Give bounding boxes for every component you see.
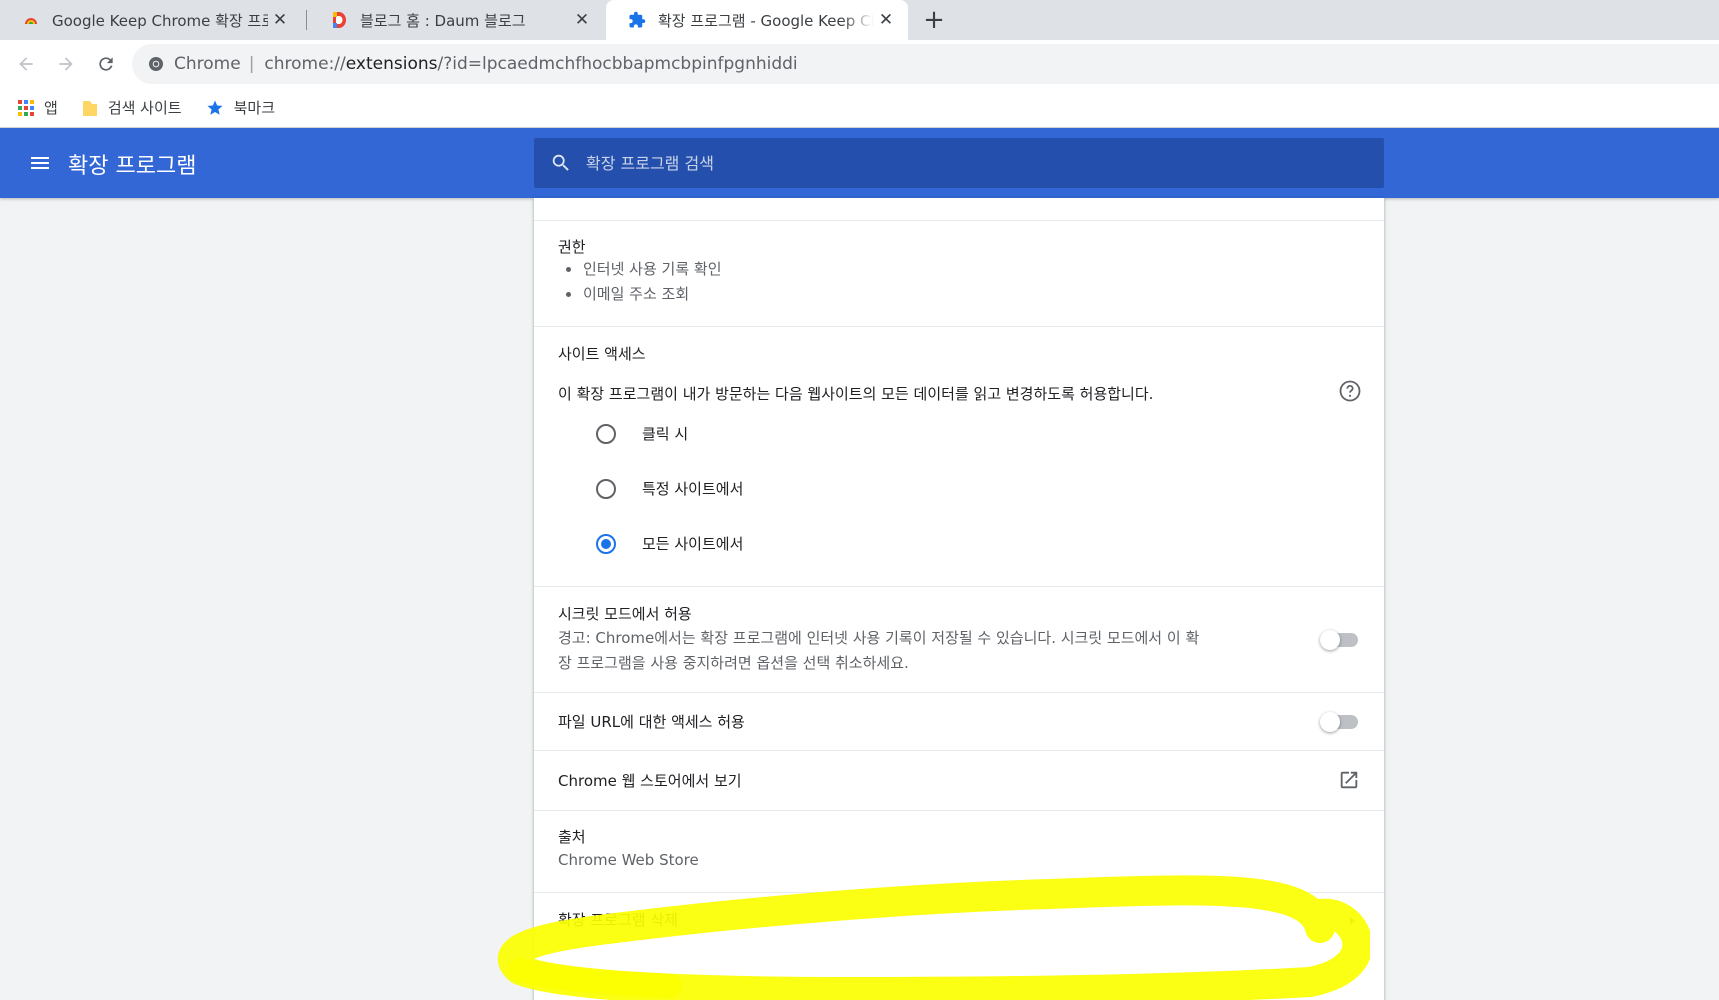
daum-favicon bbox=[330, 11, 348, 29]
incognito-section: 시크릿 모드에서 허용 경고: Chrome에서는 확장 프로그램에 인터넷 사… bbox=[534, 586, 1384, 692]
reload-icon bbox=[99, 57, 113, 71]
permissions-title: 권한 bbox=[558, 238, 586, 256]
permissions-list: 인터넷 사용 기록 확인 이메일 주소 조회 bbox=[558, 257, 722, 307]
chrome-icon bbox=[149, 57, 163, 71]
radio-label: 모든 사이트에서 bbox=[642, 535, 744, 553]
back-button[interactable] bbox=[10, 48, 42, 80]
address-bar[interactable]: Chrome | chrome://extensions/?id=lpcaedm… bbox=[132, 44, 1719, 84]
tab-daum-blog[interactable]: 블로그 홈 : Daum 블로그 ✕ bbox=[308, 0, 604, 40]
star-icon bbox=[206, 99, 224, 117]
toggle-knob bbox=[1320, 712, 1340, 732]
help-circle-icon[interactable] bbox=[1338, 379, 1362, 403]
site-access-description: 이 확장 프로그램이 내가 방문하는 다음 웹사이트의 모든 데이터를 읽고 변… bbox=[558, 385, 1154, 403]
tab-title: 확장 프로그램 - Google Keep Ch bbox=[658, 11, 874, 30]
incognito-title: 시크릿 모드에서 허용 bbox=[558, 605, 692, 623]
tab-google-keep[interactable]: Google Keep Chrome 확장 프로그 ✕ bbox=[0, 0, 302, 40]
file-url-title: 파일 URL에 대한 액세스 허용 bbox=[558, 713, 745, 731]
incognito-toggle[interactable] bbox=[1320, 630, 1358, 650]
source-value: Chrome Web Store bbox=[558, 851, 699, 869]
bookmark-label: 앱 bbox=[44, 99, 58, 117]
tab-title: 블로그 홈 : Daum 블로그 bbox=[360, 11, 526, 30]
puzzle-icon bbox=[628, 11, 646, 29]
browser-toolbar: Chrome | chrome://extensions/?id=lpcaedm… bbox=[0, 40, 1719, 88]
permissions-section: 권한 인터넷 사용 기록 확인 이메일 주소 조회 bbox=[534, 220, 1384, 326]
chip-separator: | bbox=[248, 54, 255, 74]
radio-button[interactable] bbox=[596, 423, 616, 444]
url-scheme: chrome:// bbox=[264, 54, 346, 74]
search-input[interactable] bbox=[586, 153, 1346, 173]
radio-option-all-sites[interactable]: 모든 사이트에서 bbox=[596, 533, 743, 554]
google-keep-favicon bbox=[22, 11, 40, 29]
open-in-new-icon[interactable] bbox=[1338, 769, 1360, 791]
bookmark-star[interactable]: 북마크 bbox=[206, 97, 275, 118]
close-icon[interactable]: ✕ bbox=[268, 10, 292, 30]
list-item: 인터넷 사용 기록 확인 bbox=[558, 257, 722, 282]
source-section: 출처 Chrome Web Store bbox=[534, 810, 1384, 892]
forward-button[interactable] bbox=[50, 48, 82, 80]
tab-divider bbox=[306, 10, 307, 30]
radio-button[interactable] bbox=[596, 478, 616, 499]
tab-extensions[interactable]: 확장 프로그램 - Google Keep Ch ✕ bbox=[606, 0, 908, 40]
tab-title: Google Keep Chrome 확장 프로그 bbox=[52, 11, 268, 30]
apps-grid-icon bbox=[18, 99, 34, 116]
radio-label: 클릭 시 bbox=[642, 425, 689, 443]
extensions-header: 확장 프로그램 bbox=[0, 128, 1719, 198]
close-icon[interactable]: ✕ bbox=[874, 10, 898, 30]
hamburger-menu-icon[interactable] bbox=[28, 151, 52, 175]
source-title: 출처 bbox=[558, 828, 586, 846]
close-icon[interactable]: ✕ bbox=[570, 10, 594, 30]
site-access-title: 사이트 액세스 bbox=[558, 345, 646, 363]
bookmark-apps[interactable]: 앱 bbox=[18, 97, 58, 118]
webstore-link-label: Chrome 웹 스토어에서 보기 bbox=[558, 772, 742, 790]
arrow-left-icon bbox=[19, 57, 33, 71]
reload-button[interactable] bbox=[90, 48, 122, 80]
webstore-link-row[interactable]: Chrome 웹 스토어에서 보기 bbox=[534, 750, 1384, 810]
radio-option-on-click[interactable]: 클릭 시 bbox=[596, 423, 688, 444]
chevron-right-icon bbox=[1350, 917, 1355, 925]
bookmark-label: 검색 사이트 bbox=[107, 99, 182, 117]
remove-extension-label: 확장 프로그램 삭제 bbox=[558, 911, 678, 929]
bookmark-folder-search-sites[interactable]: 검색 사이트 bbox=[82, 97, 182, 118]
new-tab-button[interactable]: + bbox=[918, 4, 950, 36]
site-access-section: 사이트 액세스 이 확장 프로그램이 내가 방문하는 다음 웹사이트의 모든 데… bbox=[534, 326, 1384, 586]
page-title: 확장 프로그램 bbox=[68, 154, 197, 179]
permission-text: 인터넷 사용 기록 확인 bbox=[583, 260, 722, 278]
incognito-warning-line-2: 장 프로그램을 사용 중지하려면 옵션을 선택 취소하세요. bbox=[558, 654, 909, 672]
radio-label: 특정 사이트에서 bbox=[642, 480, 744, 498]
incognito-warning-line-1: 경고: Chrome에서는 확장 프로그램에 인터넷 사용 기록이 저장될 수 … bbox=[558, 629, 1200, 647]
list-item: 이메일 주소 조회 bbox=[558, 282, 722, 307]
bullet bbox=[566, 267, 571, 272]
radio-button-checked[interactable] bbox=[596, 533, 616, 554]
url-host: extensions bbox=[345, 54, 438, 74]
extension-detail-card: 권한 인터넷 사용 기록 확인 이메일 주소 조회 사이트 액세스 이 확장 프… bbox=[534, 198, 1384, 1000]
page-info-chip[interactable]: Chrome bbox=[174, 54, 241, 74]
bookmarks-bar: 앱 검색 사이트 북마크 bbox=[0, 88, 1719, 128]
search-icon bbox=[552, 154, 569, 171]
bullet bbox=[566, 292, 571, 297]
toggle-knob bbox=[1320, 630, 1340, 650]
tab-strip: Google Keep Chrome 확장 프로그 ✕ 블로그 홈 : Daum… bbox=[0, 0, 1719, 40]
bookmark-label: 북마크 bbox=[233, 99, 275, 117]
remove-extension-row[interactable]: 확장 프로그램 삭제 bbox=[534, 892, 1384, 1000]
arrow-right-icon bbox=[59, 57, 73, 71]
url-path: /?id=lpcaedmchfhocbbapmcbpinfpgnhiddi bbox=[437, 54, 798, 74]
folder-icon bbox=[82, 99, 98, 117]
file-url-section: 파일 URL에 대한 액세스 허용 bbox=[534, 692, 1384, 750]
search-box[interactable] bbox=[534, 138, 1384, 188]
file-url-toggle[interactable] bbox=[1320, 712, 1358, 732]
radio-option-specific-sites[interactable]: 특정 사이트에서 bbox=[596, 478, 743, 499]
permission-text: 이메일 주소 조회 bbox=[583, 285, 690, 303]
